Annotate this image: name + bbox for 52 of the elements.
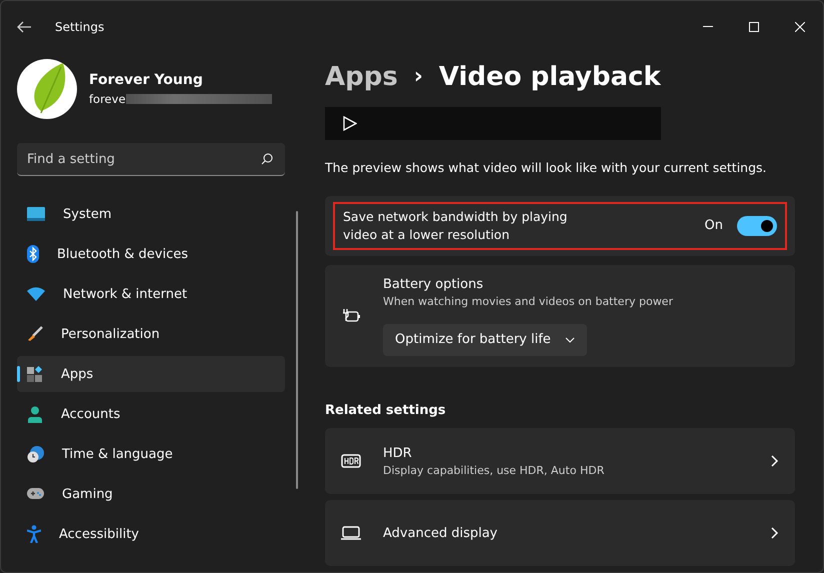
maximize-icon[interactable] <box>749 22 759 32</box>
search-icon <box>261 153 273 165</box>
setting-title: Advanced display <box>383 526 499 540</box>
breadcrumb-parent[interactable]: Apps <box>325 62 398 92</box>
chevron-right-icon <box>771 527 779 539</box>
bandwidth-label: Save network bandwidth by playing video at a lower resolution <box>343 208 568 244</box>
sidebar-item[interactable]: Apps <box>17 356 285 392</box>
leaf-avatar <box>17 59 77 119</box>
page-title: Video playback <box>438 62 661 92</box>
apps-icon <box>27 366 43 382</box>
profile-email: foreve <box>89 92 126 106</box>
breadcrumb-separator: › <box>414 64 423 90</box>
monitor-icon <box>27 207 45 221</box>
search-field[interactable]: Find a setting <box>17 143 285 176</box>
profile-name: Forever Young <box>89 72 204 88</box>
sidebar-item[interactable]: Accounts <box>17 396 285 432</box>
setting-title: HDR <box>383 446 413 460</box>
globe-clock-icon <box>27 446 44 462</box>
sidebar-item[interactable]: Gaming <box>17 476 285 512</box>
bandwidth-toggle[interactable] <box>737 216 777 236</box>
selection-indicator <box>17 366 20 382</box>
accessibility-icon <box>27 525 41 543</box>
chevron-right-icon <box>771 455 779 467</box>
sidebar-item[interactable]: Accessibility <box>17 516 285 552</box>
battery-dropdown[interactable]: Optimize for battery life <box>383 324 587 356</box>
setting-subtitle: Display capabilities, use HDR, Auto HDR <box>383 464 606 476</box>
preview-description: The preview shows what video will look like with your current settings. <box>325 160 768 175</box>
brush-icon <box>27 326 43 342</box>
gamepad-icon <box>27 488 44 500</box>
window-title: Settings <box>55 20 106 34</box>
battery-title: Battery options <box>383 276 484 292</box>
sidebar-item[interactable]: Bluetooth & devices <box>17 236 285 272</box>
play-icon[interactable] <box>343 116 357 131</box>
close-icon[interactable] <box>795 22 805 32</box>
sidebar-item[interactable]: Time & language <box>17 436 285 472</box>
chevron-down-icon <box>564 336 575 343</box>
laptop-icon <box>341 526 361 540</box>
section-heading: Related settings <box>325 403 447 418</box>
bluetooth-icon <box>27 245 39 263</box>
related-setting-card[interactable]: HDR Display capabilities, use HDR, Auto HDR <box>325 428 795 494</box>
toggle-state: On <box>704 218 723 234</box>
battery-plug-icon <box>341 308 361 324</box>
hdr-icon <box>341 454 361 468</box>
person-icon <box>27 406 43 422</box>
back-arrow-icon[interactable] <box>17 21 31 33</box>
related-setting-card[interactable]: Advanced display <box>325 500 795 566</box>
sidebar-item[interactable]: Personalization <box>17 316 285 352</box>
sidebar-item[interactable]: Network & internet <box>17 276 285 312</box>
minimize-icon[interactable] <box>703 26 713 28</box>
wifi-icon <box>27 287 45 301</box>
sidebar-item[interactable]: System <box>17 196 285 232</box>
battery-subtitle: When watching movies and videos on battery power <box>383 294 673 308</box>
